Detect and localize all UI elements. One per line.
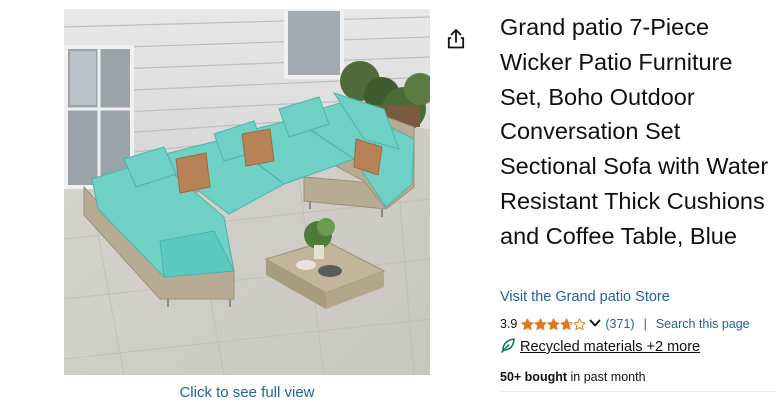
rating-count-link[interactable]: (371) xyxy=(605,317,634,331)
full-view-link[interactable]: Click to see full view xyxy=(64,384,430,401)
star-empty-icon xyxy=(573,317,587,330)
bought-in-past-month: 50+ bought in past month xyxy=(500,370,646,384)
share-icon xyxy=(447,29,465,49)
leaf-icon xyxy=(500,337,516,357)
bought-count: 50+ bought xyxy=(500,370,568,384)
patio-furniture-photo xyxy=(64,9,430,375)
divider: | xyxy=(643,317,647,331)
star-icon xyxy=(547,317,561,330)
product-main-image[interactable] xyxy=(64,9,430,375)
star-icon xyxy=(521,317,535,330)
search-this-page-link[interactable]: Search this page xyxy=(656,317,750,331)
store-link[interactable]: Visit the Grand patio Store xyxy=(500,289,670,305)
product-title: Grand patio 7-Piece Wicker Patio Furnitu… xyxy=(500,14,769,249)
sustainability-badge[interactable]: Recycled materials +2 more xyxy=(500,337,700,357)
rating-value: 3.9 xyxy=(500,317,518,331)
stars-icon xyxy=(521,317,587,330)
star-icon xyxy=(534,317,548,330)
divider-line xyxy=(500,391,775,392)
badge-label: Recycled materials +2 more xyxy=(520,339,701,355)
star-rating[interactable] xyxy=(521,317,587,331)
chevron-down-icon[interactable] xyxy=(589,317,601,331)
share-button[interactable] xyxy=(444,27,468,51)
bought-suffix: in past month xyxy=(567,370,646,384)
star-half-icon xyxy=(560,317,574,330)
rating-row: 3.9 (371) | Search this page xyxy=(500,315,750,333)
